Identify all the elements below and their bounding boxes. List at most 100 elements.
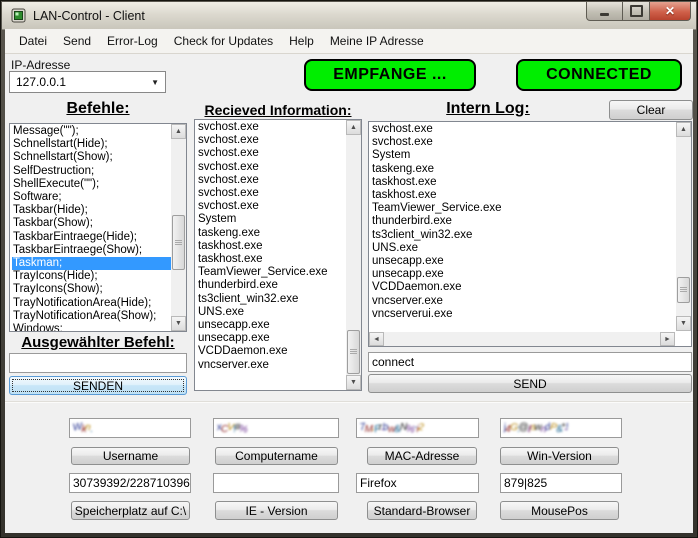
- list-item[interactable]: Message("");: [12, 125, 186, 138]
- standard-browser-value-field[interactable]: Firefox: [356, 473, 479, 493]
- list-item[interactable]: svchost.exe: [197, 174, 361, 187]
- ie-version-button[interactable]: IE - Version: [215, 501, 338, 520]
- list-item[interactable]: SelfDestruction;: [12, 165, 186, 178]
- list-item[interactable]: System: [371, 149, 691, 162]
- list-item[interactable]: VCDDaemon.exe: [371, 281, 691, 294]
- scroll-up-icon[interactable]: ▲: [346, 120, 361, 135]
- received-information-listbox[interactable]: svchost.exesvchost.exesvchost.exesvchost…: [194, 119, 362, 391]
- list-item[interactable]: System: [197, 213, 361, 226]
- scrollbar-thumb[interactable]: [172, 215, 185, 270]
- speicherplatz-button[interactable]: Speicherplatz auf C:\: [71, 501, 190, 520]
- ie-version-value-field[interactable]: [213, 473, 339, 493]
- selected-command-field[interactable]: [9, 353, 187, 373]
- scroll-up-icon[interactable]: ▲: [676, 122, 691, 137]
- list-item[interactable]: svchost.exe: [197, 134, 361, 147]
- username-value-field[interactable]: Wkn.: [69, 418, 191, 438]
- befehle-scrollbar[interactable]: ▲ ▼: [171, 124, 186, 331]
- list-item[interactable]: TaskbarEintraege(Hide);: [12, 231, 186, 244]
- list-item[interactable]: svchost.exe: [371, 136, 691, 149]
- standard-browser-button[interactable]: Standard-Browser: [367, 501, 477, 520]
- scrollbar-thumb[interactable]: [347, 330, 360, 374]
- list-item[interactable]: taskhost.exe: [197, 253, 361, 266]
- diskspace-value-field[interactable]: 30739392/228710396 kl: [69, 473, 191, 493]
- win-version-value-field[interactable]: j4G:@l !s wnd P&*-!: [500, 418, 622, 438]
- list-item[interactable]: taskhost.exe: [371, 189, 691, 202]
- scrollbar-thumb[interactable]: [677, 277, 690, 303]
- connect-input[interactable]: connect: [368, 352, 692, 372]
- mousepos-button[interactable]: MousePos: [500, 501, 619, 520]
- list-item[interactable]: taskhost.exe: [197, 240, 361, 253]
- list-item[interactable]: svchost.exe: [197, 200, 361, 213]
- list-item[interactable]: Taskman;: [12, 257, 186, 270]
- list-item[interactable]: ts3client_win32.exe: [197, 293, 361, 306]
- menu-help[interactable]: Help: [281, 30, 322, 52]
- list-item[interactable]: TaskbarEintraege(Show);: [12, 244, 186, 257]
- menu-send[interactable]: Send: [55, 30, 99, 52]
- senden-button[interactable]: SENDEN: [9, 376, 187, 395]
- list-item[interactable]: ts3client_win32.exe: [371, 229, 691, 242]
- menu-check-for-updates[interactable]: Check for Updates: [166, 30, 281, 52]
- intern-log-hscrollbar[interactable]: ◄ ►: [369, 332, 675, 346]
- list-item[interactable]: thunderbird.exe: [371, 215, 691, 228]
- intern-log-listbox[interactable]: svchost.exesvchost.exeSystemtaskeng.exet…: [368, 121, 692, 347]
- scroll-up-icon[interactable]: ▲: [171, 124, 186, 139]
- list-item[interactable]: TeamViewer_Service.exe: [197, 266, 361, 279]
- received-scrollbar[interactable]: ▲ ▼: [346, 120, 361, 390]
- list-item[interactable]: unsecapp.exe: [197, 332, 361, 345]
- mousepos-value-field[interactable]: 879|825: [500, 473, 622, 493]
- list-item[interactable]: vncserver.exe: [371, 295, 691, 308]
- list-item[interactable]: UNS.exe: [371, 242, 691, 255]
- list-item[interactable]: thunderbird.exe: [197, 279, 361, 292]
- close-button[interactable]: ✕: [649, 2, 691, 21]
- list-item[interactable]: Windows;: [12, 323, 186, 332]
- list-item[interactable]: Software;: [12, 191, 186, 204]
- minimize-button[interactable]: [586, 2, 623, 21]
- list-item[interactable]: taskeng.exe: [197, 227, 361, 240]
- list-item[interactable]: vncserver.exe: [197, 359, 361, 372]
- menu-error-log[interactable]: Error-Log: [99, 30, 166, 52]
- list-item[interactable]: svchost.exe: [197, 187, 361, 200]
- connected-status-button[interactable]: CONNECTED: [516, 59, 682, 91]
- list-item[interactable]: Schnellstart(Hide);: [12, 138, 186, 151]
- empfange-status-button[interactable]: EMPFANGE ...: [304, 59, 476, 91]
- list-item[interactable]: VCDDaemon.exe: [197, 345, 361, 358]
- mac-adresse-button[interactable]: MAC-Adresse: [367, 447, 477, 465]
- menu-meine-ip-adresse[interactable]: Meine IP Adresse: [322, 30, 432, 52]
- scroll-left-icon[interactable]: ◄: [369, 332, 384, 346]
- befehle-listbox[interactable]: Message("");Schnellstart(Hide);Schnellst…: [9, 123, 187, 332]
- ip-address-combobox[interactable]: 127.0.0.1 ▼: [9, 71, 166, 93]
- list-item[interactable]: TrayIcons(Hide);: [12, 270, 186, 283]
- list-item[interactable]: svchost.exe: [371, 123, 691, 136]
- list-item[interactable]: UNS.exe: [197, 306, 361, 319]
- send-button[interactable]: SEND: [368, 374, 692, 393]
- list-item[interactable]: ShellExecute("");: [12, 178, 186, 191]
- mac-adresse-value-field[interactable]: 7M,Fr-bw &N%-i2: [356, 418, 479, 438]
- list-item[interactable]: svchost.exe: [197, 121, 361, 134]
- list-item[interactable]: TeamViewer_Service.exe: [371, 202, 691, 215]
- list-item[interactable]: Schnellstart(Show);: [12, 151, 186, 164]
- list-item[interactable]: unsecapp.exe: [371, 268, 691, 281]
- scroll-down-icon[interactable]: ▼: [171, 316, 186, 331]
- win-version-button[interactable]: Win-Version: [500, 447, 619, 465]
- list-item[interactable]: svchost.exe: [197, 147, 361, 160]
- list-item[interactable]: TrayNotificationArea(Show);: [12, 310, 186, 323]
- list-item[interactable]: unsecapp.exe: [197, 319, 361, 332]
- scroll-right-icon[interactable]: ►: [660, 332, 675, 346]
- list-item[interactable]: vncserverui.exe: [371, 308, 691, 321]
- computername-value-field[interactable]: xCV!#%: [213, 418, 339, 438]
- clear-button[interactable]: Clear: [609, 100, 693, 120]
- list-item[interactable]: Taskbar(Hide);: [12, 204, 186, 217]
- list-item[interactable]: svchost.exe: [197, 161, 361, 174]
- computername-button[interactable]: Computername: [215, 447, 338, 465]
- maximize-button[interactable]: [623, 2, 649, 21]
- username-button[interactable]: Username: [71, 447, 190, 465]
- list-item[interactable]: TrayIcons(Show);: [12, 283, 186, 296]
- list-item[interactable]: taskhost.exe: [371, 176, 691, 189]
- list-item[interactable]: TrayNotificationArea(Hide);: [12, 297, 186, 310]
- list-item[interactable]: Taskbar(Show);: [12, 217, 186, 230]
- list-item[interactable]: unsecapp.exe: [371, 255, 691, 268]
- scroll-down-icon[interactable]: ▼: [676, 316, 691, 331]
- list-item[interactable]: taskeng.exe: [371, 163, 691, 176]
- scroll-down-icon[interactable]: ▼: [346, 375, 361, 390]
- menu-datei[interactable]: Datei: [11, 30, 55, 52]
